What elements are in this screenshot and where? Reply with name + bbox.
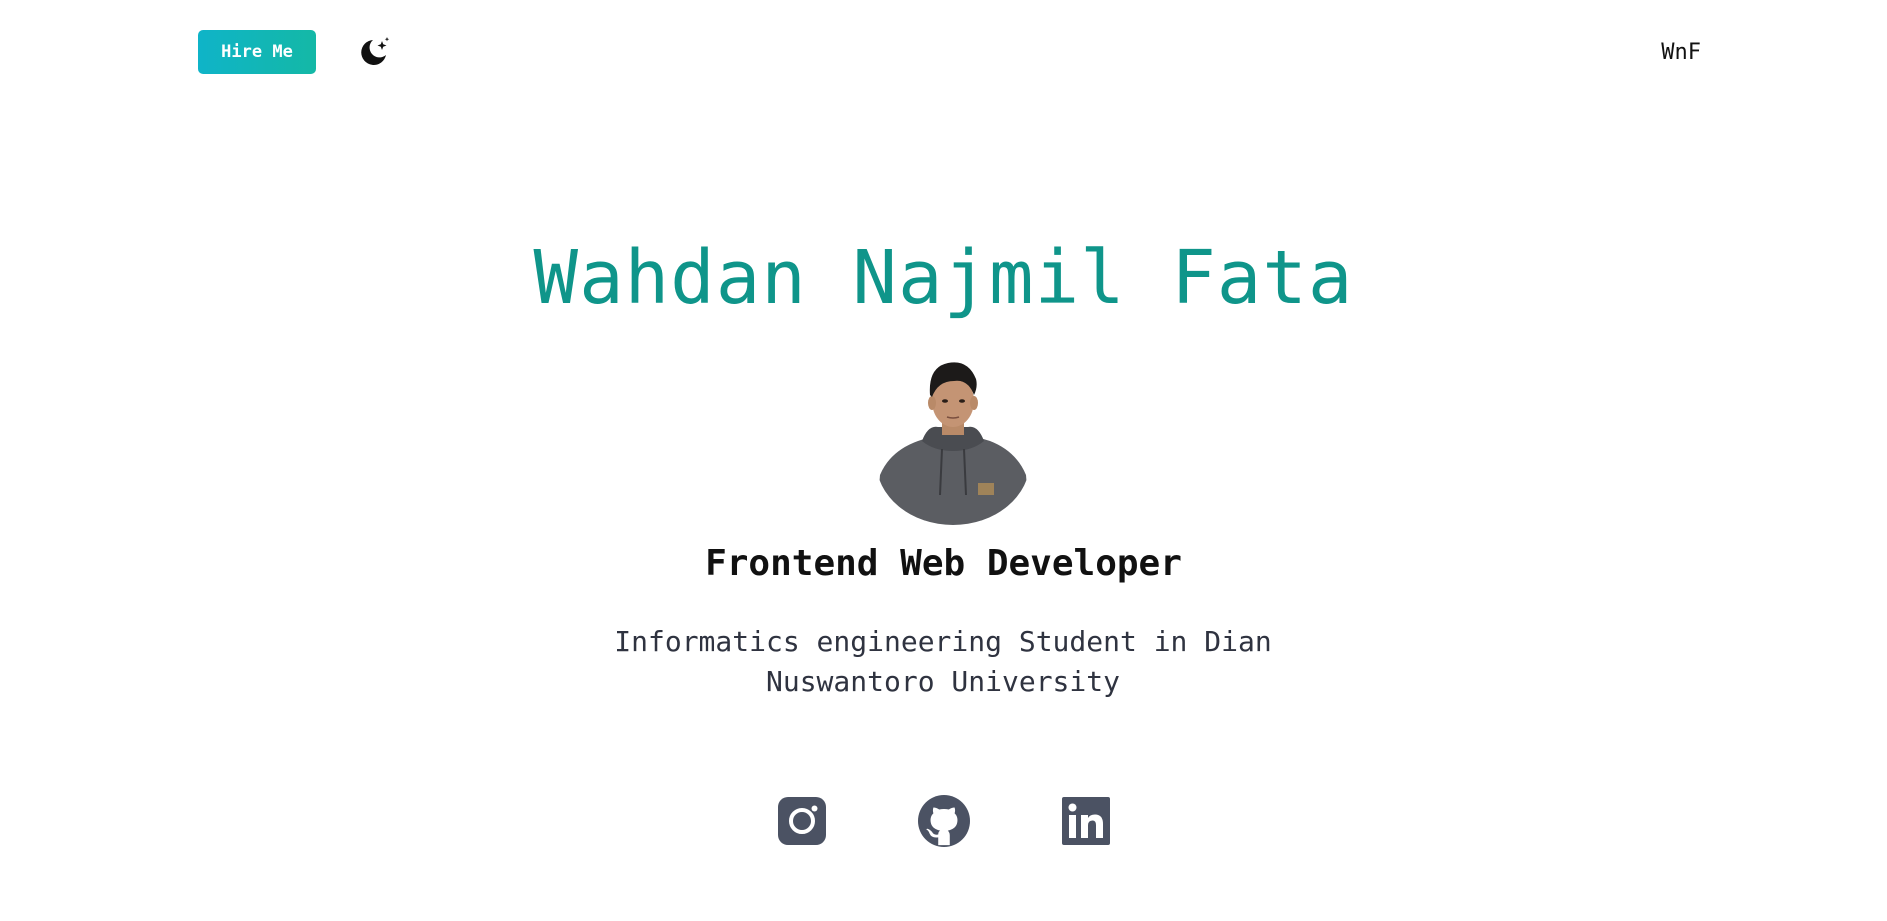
hero-bio-text: Informatics engineering Student in Dian … [614,625,1272,698]
theme-toggle-button[interactable] [356,34,392,70]
navbar-left-group: Hire Me [198,30,392,74]
brand-logo-text[interactable]: WnF [1661,40,1701,65]
hero-role-subtitle: Frontend Web Developer [705,543,1182,584]
portfolio-page: Hire Me WnF Wahdan Najmil Fata Frontend … [0,0,1887,921]
hero-name-heading: Wahdan Najmil Fata [533,235,1354,321]
profile-avatar [876,355,1030,525]
github-link[interactable] [917,795,970,847]
profile-photo [876,355,1030,525]
social-links [0,795,1887,847]
moon-stars-icon [361,37,390,65]
github-icon [917,795,970,847]
linkedin-link[interactable] [1060,795,1112,847]
instagram-icon [777,797,826,845]
hire-me-button[interactable]: Hire Me [198,30,316,74]
instagram-link[interactable] [776,795,828,847]
top-navbar: Hire Me WnF [198,30,1701,74]
linkedin-icon [1061,797,1110,845]
